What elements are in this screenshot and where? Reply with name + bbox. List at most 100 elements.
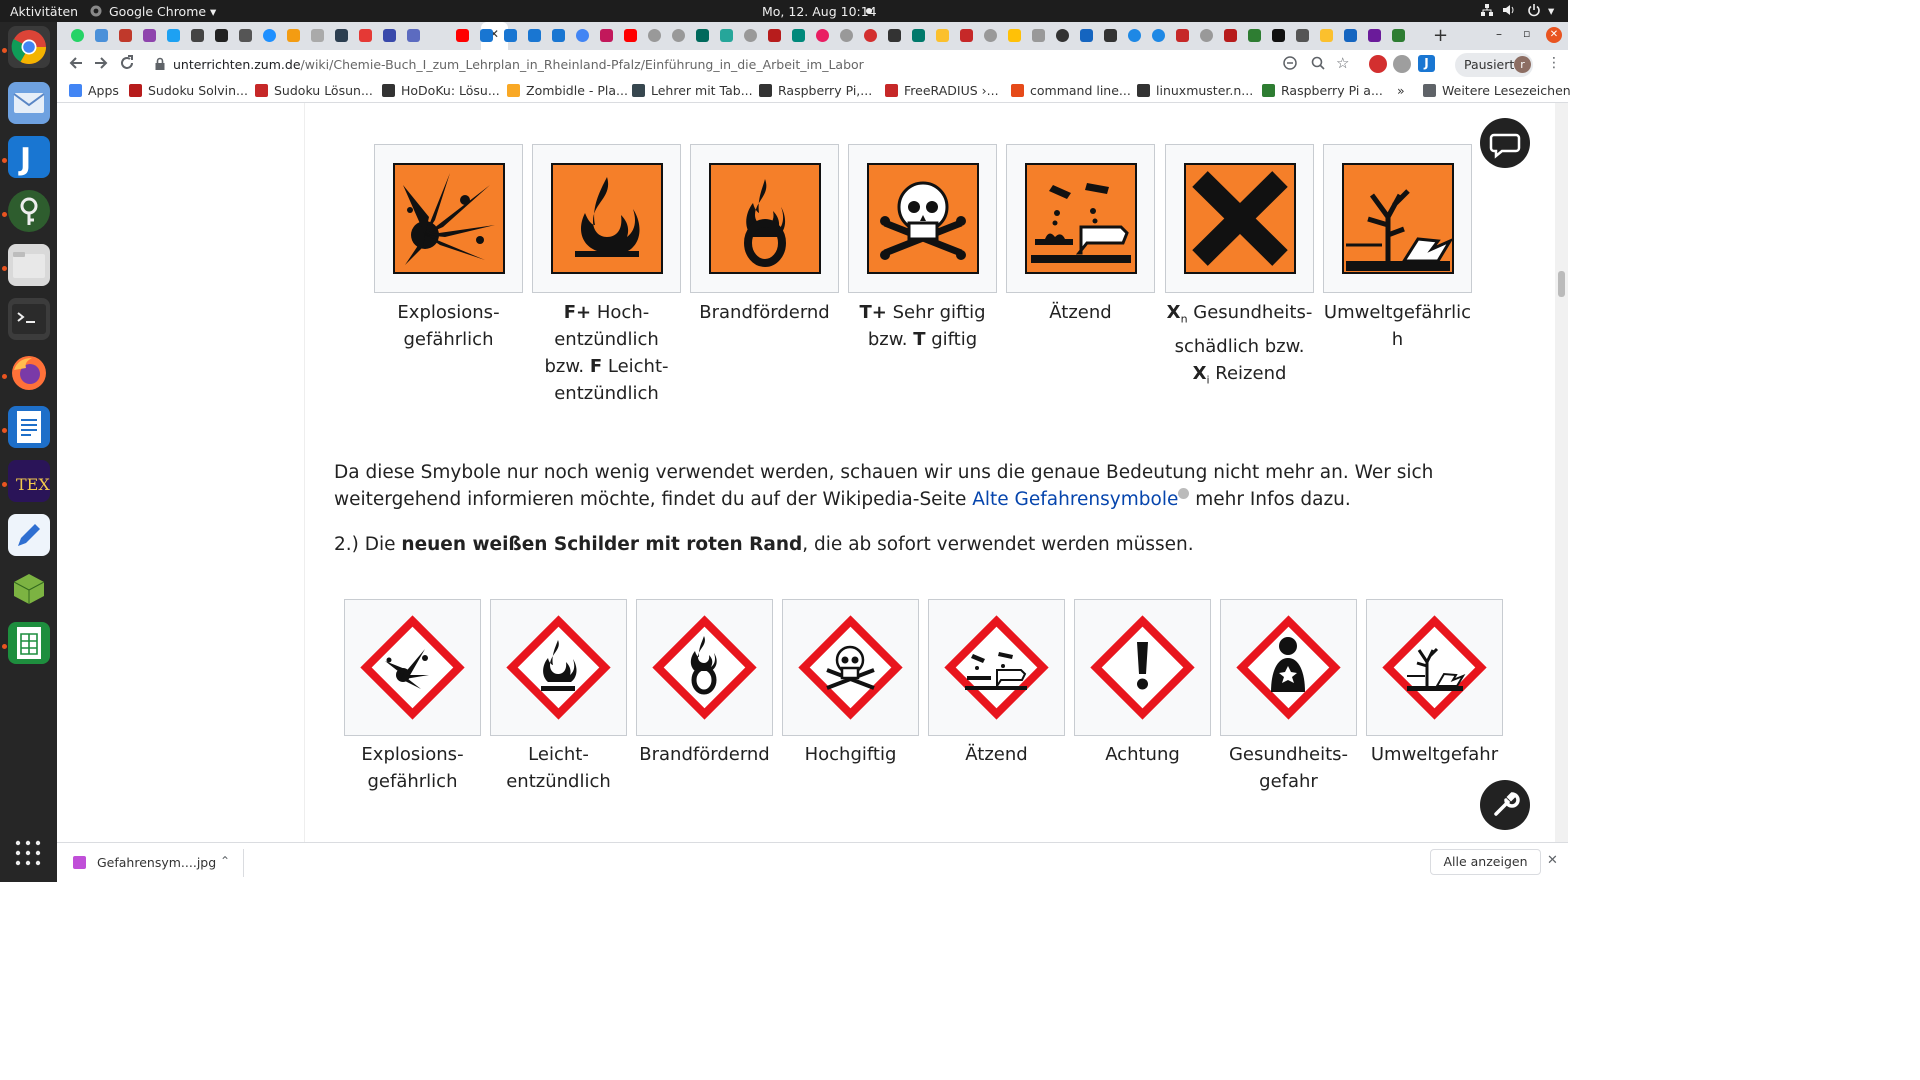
ghs-card-toxic[interactable] (782, 599, 919, 736)
tab[interactable] (1219, 26, 1241, 46)
ghs-card-environment[interactable] (1366, 599, 1503, 736)
tab[interactable] (1003, 26, 1025, 46)
tab[interactable] (1291, 26, 1313, 46)
bookmark[interactable]: Raspberry Pi,... (759, 83, 872, 98)
reload-button[interactable] (119, 55, 135, 75)
ghs-card-warning[interactable] (1074, 599, 1211, 736)
tab[interactable] (138, 26, 160, 46)
tab[interactable] (1267, 26, 1289, 46)
ghs-card-explosive[interactable] (344, 599, 481, 736)
wikipedia-link[interactable]: Alte Gefahrensymbole (972, 489, 1178, 510)
tab[interactable] (835, 26, 857, 46)
tab[interactable] (354, 26, 376, 46)
software-launcher[interactable] (8, 568, 50, 610)
ghs-card-flammable[interactable] (490, 599, 627, 736)
profile-button[interactable]: Pausiert r (1455, 53, 1533, 77)
hazard-card-toxic[interactable] (848, 144, 997, 293)
maximize-button[interactable]: ▫ (1523, 27, 1530, 40)
tab[interactable] (210, 26, 232, 46)
bookmark[interactable]: linuxmuster.n... (1137, 83, 1253, 98)
tab-youtube[interactable] (451, 26, 473, 46)
zoom-icon[interactable] (1310, 55, 1326, 75)
tab[interactable] (378, 26, 400, 46)
bookmark[interactable]: FreeRADIUS ›... (885, 83, 999, 98)
hazard-card-environment[interactable] (1323, 144, 1472, 293)
omnibox[interactable]: unterrichten.zum.de/wiki/Chemie-Buch_I_z… (145, 52, 1430, 77)
tab[interactable] (715, 26, 737, 46)
tab[interactable] (114, 26, 136, 46)
hazard-card-explosive[interactable] (374, 144, 523, 293)
tab[interactable] (475, 26, 497, 46)
network-icon[interactable] (1480, 3, 1494, 20)
tab-whatsapp[interactable] (66, 26, 88, 46)
scrollbar-thumb[interactable] (1558, 271, 1565, 297)
tab[interactable] (234, 26, 256, 46)
tab[interactable] (1051, 26, 1073, 46)
close-window-button[interactable]: ✕ (1546, 27, 1562, 43)
tab[interactable] (955, 26, 977, 46)
extension-icon[interactable] (1393, 55, 1411, 73)
bookmark[interactable]: HoDoKu: Lösu... (382, 83, 500, 98)
tab[interactable] (1363, 26, 1385, 46)
texmaker-launcher[interactable]: TEX (8, 460, 50, 502)
hazard-card-flammable[interactable] (532, 144, 681, 293)
tab[interactable] (282, 26, 304, 46)
tab[interactable] (859, 26, 881, 46)
volume-icon[interactable] (1502, 3, 1516, 20)
tab[interactable] (787, 26, 809, 46)
activities-button[interactable]: Aktivitäten (10, 4, 78, 19)
url-text[interactable]: unterrichten.zum.de/wiki/Chemie-Buch_I_z… (173, 57, 864, 72)
tab[interactable] (1339, 26, 1361, 46)
tab[interactable] (1315, 26, 1337, 46)
tab[interactable] (931, 26, 953, 46)
tab[interactable] (90, 26, 112, 46)
tab[interactable] (1027, 26, 1049, 46)
tab-twitter[interactable] (162, 26, 184, 46)
tab[interactable] (763, 26, 785, 46)
tab[interactable] (1171, 26, 1193, 46)
tab[interactable] (1123, 26, 1145, 46)
tab[interactable] (739, 26, 761, 46)
tab[interactable] (643, 26, 665, 46)
hazard-card-corrosive[interactable] (1006, 144, 1155, 293)
terminal-launcher[interactable] (8, 298, 50, 340)
back-button[interactable] (68, 55, 84, 75)
text-editor-launcher[interactable] (8, 514, 50, 556)
tab[interactable] (306, 26, 328, 46)
page-scrollbar[interactable] (1555, 103, 1568, 842)
tab[interactable] (547, 26, 569, 46)
tab[interactable] (258, 26, 280, 46)
tab[interactable] (499, 26, 521, 46)
clock[interactable]: Mo, 12. Aug 10:14 (762, 4, 877, 19)
joplin-extension-icon[interactable]: J (1418, 55, 1435, 72)
close-download-shelf-button[interactable]: ✕ (1547, 853, 1558, 868)
other-bookmarks[interactable]: Weitere Lesezeichen (1423, 83, 1571, 98)
chrome-launcher[interactable] (8, 26, 50, 68)
menu-kebab-icon[interactable]: ⋮ (1547, 55, 1561, 71)
bookmark[interactable]: Sudoku Lösun... (255, 83, 373, 98)
ghs-card-health-hazard[interactable] (1220, 599, 1357, 736)
tab[interactable] (667, 26, 689, 46)
ghs-card-oxidizing[interactable] (636, 599, 773, 736)
show-apps-button[interactable] (15, 840, 41, 870)
tab[interactable] (1099, 26, 1121, 46)
tab[interactable] (402, 26, 424, 46)
tab[interactable] (691, 26, 713, 46)
tab[interactable] (595, 26, 617, 46)
bookmark[interactable]: Sudoku Solvin... (129, 83, 248, 98)
tab[interactable] (811, 26, 833, 46)
chevron-down-icon[interactable]: ▾ (1548, 3, 1554, 18)
permissions-icon[interactable] (1282, 55, 1298, 75)
tab[interactable] (1195, 26, 1217, 46)
tab[interactable] (1075, 26, 1097, 46)
bookmark[interactable]: command line... (1011, 83, 1131, 98)
tab[interactable] (907, 26, 929, 46)
tab[interactable] (1387, 26, 1409, 46)
forward-button[interactable] (93, 55, 109, 75)
extension-icon[interactable] (1369, 55, 1387, 73)
bookmark-star-icon[interactable]: ☆ (1336, 54, 1349, 72)
tab[interactable] (330, 26, 352, 46)
bookmark[interactable]: Zombidle - Pla... (507, 83, 628, 98)
bookmark-apps[interactable]: Apps (69, 83, 119, 98)
ghs-card-corrosive[interactable] (928, 599, 1065, 736)
